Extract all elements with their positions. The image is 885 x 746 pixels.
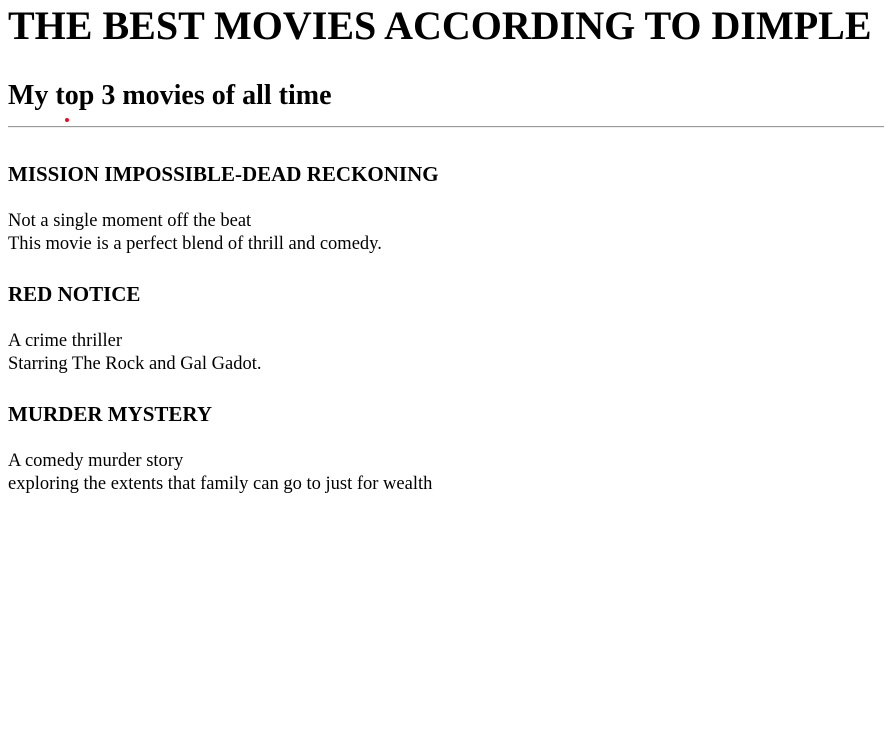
page-title: THE BEST MOVIES ACCORDING TO DIMPLE bbox=[8, 3, 872, 48]
movie-description: A comedy murder story exploring the exte… bbox=[8, 450, 432, 496]
movie-entry-1: MISSION IMPOSSIBLE-DEAD RECKONING Not a … bbox=[8, 162, 439, 256]
movie-description-line-2: This movie is a perfect blend of thrill … bbox=[8, 234, 382, 254]
movie-description-line-1: A crime thriller bbox=[8, 331, 123, 351]
movie-description: A crime thriller Starring The Rock and G… bbox=[8, 330, 261, 376]
movie-description-line-2: Starring The Rock and Gal Gadot. bbox=[8, 354, 262, 374]
horizontal-divider bbox=[8, 126, 884, 128]
movie-description-line-1: A comedy murder story bbox=[8, 451, 184, 471]
movie-description-line-2: exploring the extents that family can go… bbox=[8, 474, 433, 494]
movie-entry-3: MURDER MYSTERY A comedy murder story exp… bbox=[8, 402, 432, 496]
movie-description-line-1: Not a single moment off the beat bbox=[8, 211, 252, 231]
page-subtitle: My top 3 movies of all time bbox=[8, 80, 332, 111]
movie-title: MISSION IMPOSSIBLE-DEAD RECKONING bbox=[8, 162, 439, 186]
movie-title: RED NOTICE bbox=[8, 282, 141, 306]
page-content: THE BEST MOVIES ACCORDING TO DIMPLE My t… bbox=[8, 0, 885, 111]
movie-title: MURDER MYSTERY bbox=[8, 402, 213, 426]
mouse-cursor-indicator bbox=[65, 118, 69, 122]
movie-entry-2: RED NOTICE A crime thriller Starring The… bbox=[8, 282, 261, 376]
movie-description: Not a single moment off the beat This mo… bbox=[8, 210, 439, 256]
